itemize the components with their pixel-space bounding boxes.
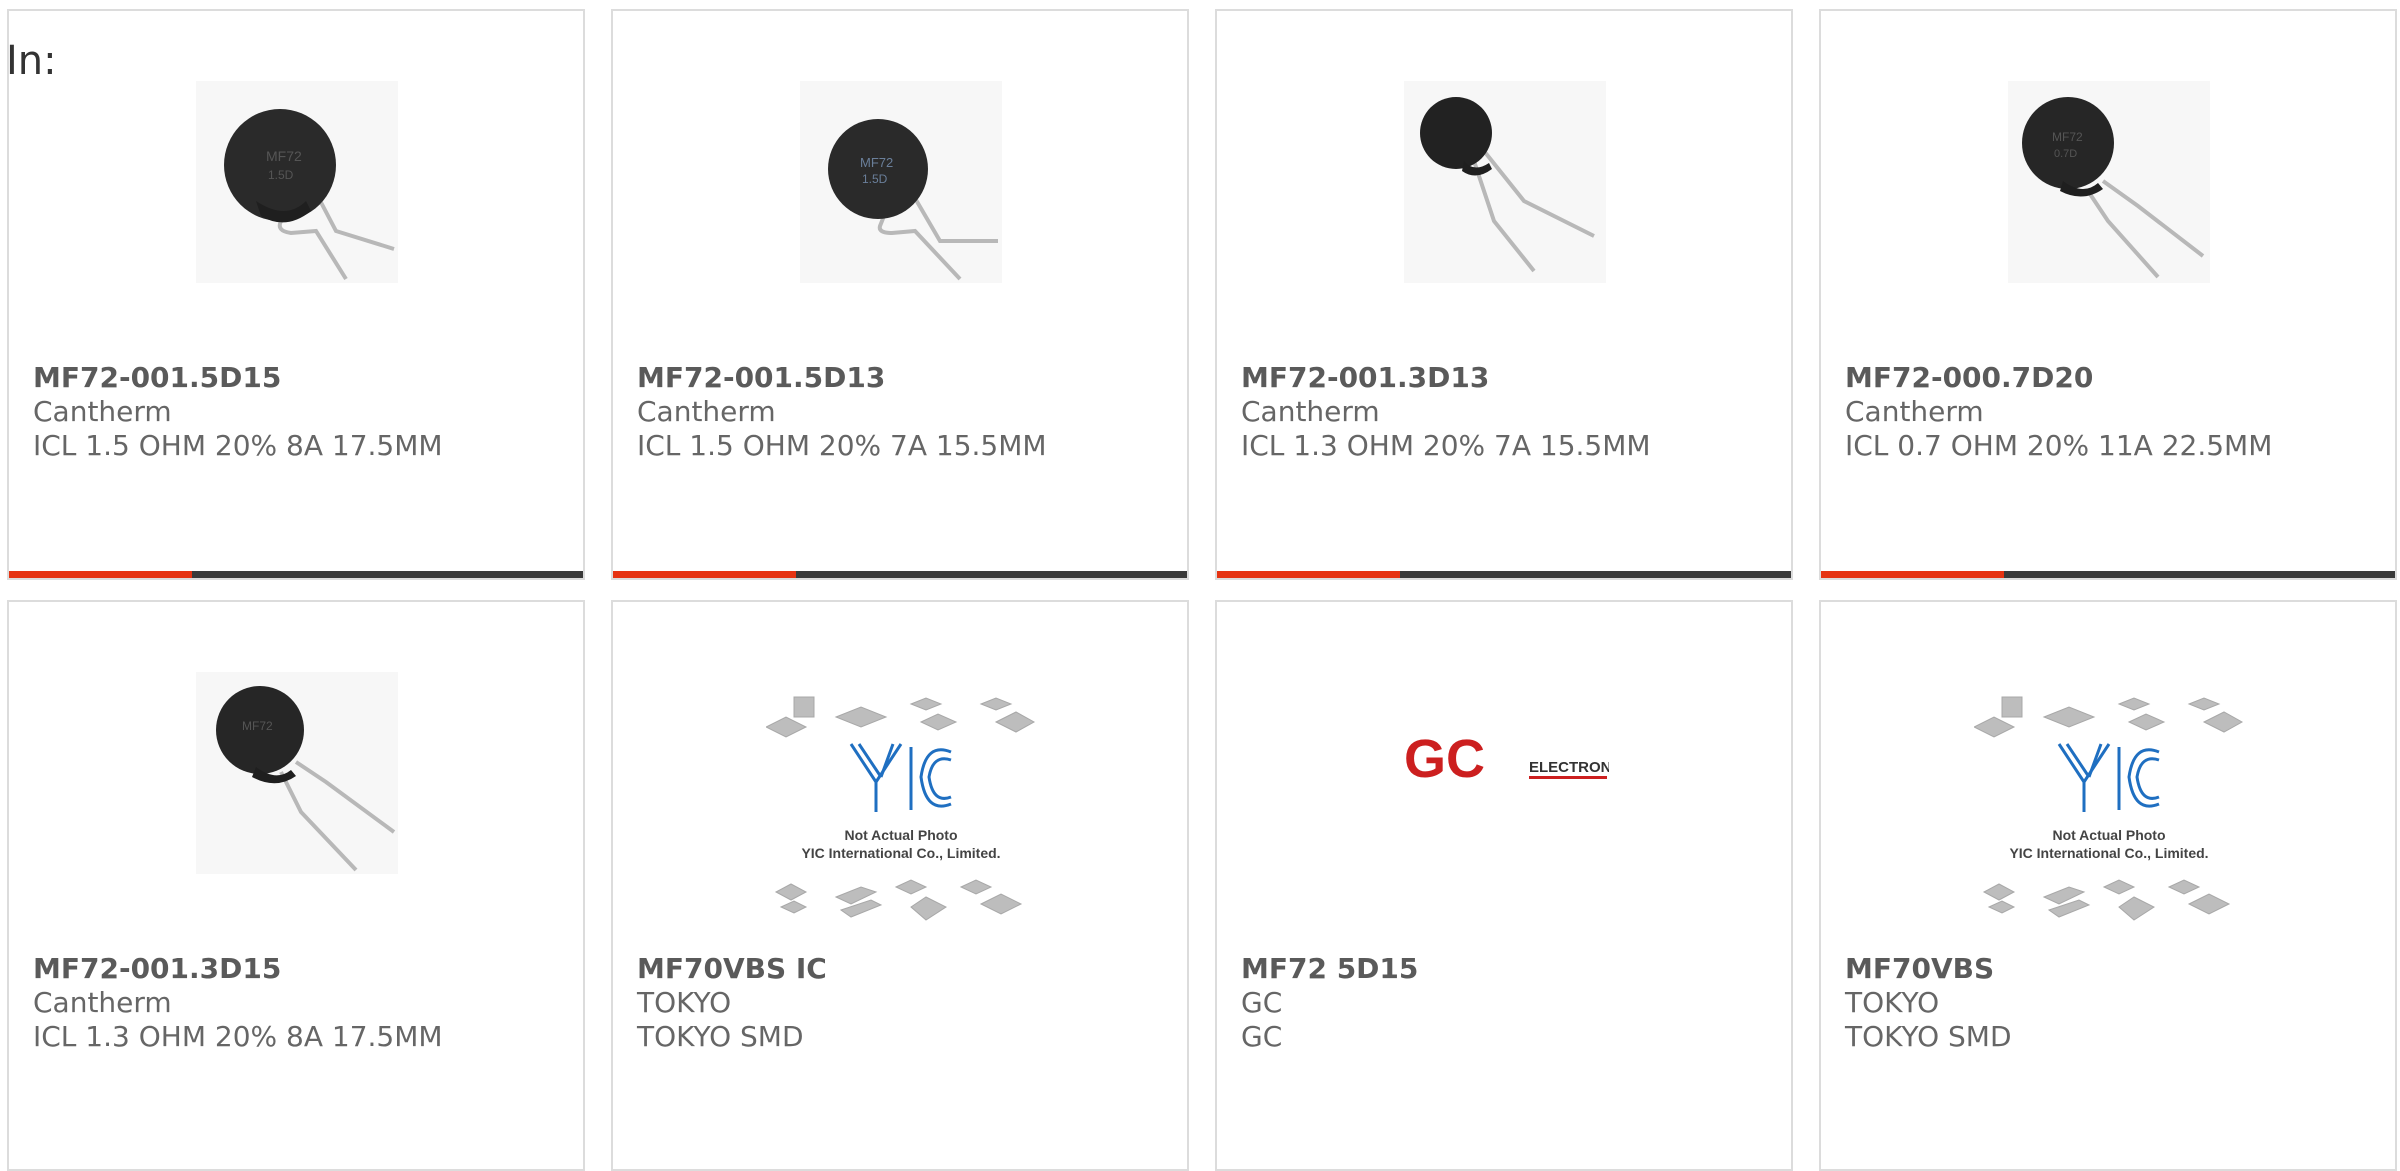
- gc-logo: GC ELECTRONICS: [1404, 729, 1637, 789]
- product-card[interactable]: GC ELECTRONICS MF72 5D15 GC GC: [1215, 600, 1793, 1171]
- thermistor-photo: [1404, 81, 1606, 283]
- description: GC: [1241, 1020, 1283, 1053]
- placeholder-line1: Not Actual Photo: [2052, 827, 2165, 843]
- manufacturer: Cantherm: [1845, 395, 1984, 428]
- product-image[interactable]: MF72 0.7D: [2008, 81, 2210, 283]
- svg-text:MF72: MF72: [242, 719, 273, 733]
- manufacturer: GC: [1241, 986, 1283, 1019]
- gc-logo-sub: ELECTRONICS: [1529, 759, 1609, 776]
- svg-text:0.7D: 0.7D: [2054, 148, 2077, 160]
- product-card[interactable]: MF72-001.3D13 Cantherm ICL 1.3 OHM 20% 7…: [1215, 9, 1793, 580]
- thermistor-photo: MF72: [196, 672, 398, 874]
- description: TOKYO SMD: [637, 1020, 804, 1053]
- svg-text:MF72: MF72: [266, 148, 302, 164]
- svg-text:MF72: MF72: [2052, 130, 2083, 144]
- card-bar: [1821, 571, 2395, 578]
- placeholder-line1: Not Actual Photo: [844, 827, 957, 843]
- yic-placeholder: Not Actual Photo YIC International Co., …: [764, 696, 1036, 921]
- part-number[interactable]: MF72-001.3D15: [33, 952, 563, 986]
- part-number[interactable]: MF72-001.3D13: [1241, 361, 1771, 395]
- description: ICL 1.3 OHM 20% 8A 17.5MM: [33, 1020, 443, 1053]
- card-bar: [9, 571, 583, 578]
- yic-placeholder: Not Actual Photo YIC International Co., …: [1972, 696, 2244, 921]
- manufacturer: TOKYO: [637, 986, 732, 1019]
- product-image[interactable]: MF72 1.5D: [800, 81, 1002, 283]
- part-number[interactable]: MF72-000.7D20: [1845, 361, 2375, 395]
- card-bar: [613, 571, 1187, 578]
- product-card[interactable]: MF72 0.7D MF72-000.7D20 Cantherm ICL 0.7…: [1819, 9, 2397, 580]
- product-image[interactable]: Not Actual Photo YIC International Co., …: [1972, 692, 2244, 932]
- manufacturer: Cantherm: [33, 395, 172, 428]
- product-image[interactable]: MF72 1.5D: [196, 81, 398, 283]
- placeholder-line2: YIC International Co., Limited.: [2009, 845, 2208, 861]
- svg-text:1.5D: 1.5D: [268, 168, 294, 182]
- filter-label: In:: [6, 38, 57, 84]
- description: ICL 1.5 OHM 20% 8A 17.5MM: [33, 429, 443, 462]
- product-card[interactable]: MF72 MF72-001.3D15 Cantherm ICL 1.3 OHM …: [7, 600, 585, 1171]
- thermistor-photo: MF72 1.5D: [196, 81, 398, 283]
- product-card[interactable]: Not Actual Photo YIC International Co., …: [1819, 600, 2397, 1171]
- part-number[interactable]: MF72-001.5D15: [33, 361, 563, 395]
- product-card[interactable]: Not Actual Photo YIC International Co., …: [611, 600, 1189, 1171]
- product-image[interactable]: [1404, 81, 1606, 283]
- description: ICL 1.3 OHM 20% 7A 15.5MM: [1241, 429, 1651, 462]
- product-image[interactable]: Not Actual Photo YIC International Co., …: [764, 692, 1036, 932]
- product-card[interactable]: MF72 1.5D MF72-001.5D13 Cantherm ICL 1.5…: [611, 9, 1189, 580]
- product-image[interactable]: GC ELECTRONICS: [1404, 729, 1637, 792]
- gc-logo-main: GC: [1404, 732, 1485, 789]
- part-number[interactable]: MF72 5D15: [1241, 952, 1771, 986]
- thermistor-photo: MF72 0.7D: [2008, 81, 2210, 283]
- svg-text:1.5D: 1.5D: [862, 172, 888, 186]
- placeholder-line2: YIC International Co., Limited.: [801, 845, 1000, 861]
- description: ICL 1.5 OHM 20% 7A 15.5MM: [637, 429, 1047, 462]
- part-number[interactable]: MF72-001.5D13: [637, 361, 1167, 395]
- description: TOKYO SMD: [1845, 1020, 2012, 1053]
- part-number[interactable]: MF70VBS: [1845, 952, 2375, 986]
- manufacturer: Cantherm: [1241, 395, 1380, 428]
- card-bar: [1217, 571, 1791, 578]
- svg-text:MF72: MF72: [860, 155, 893, 170]
- manufacturer: Cantherm: [33, 986, 172, 1019]
- part-number[interactable]: MF70VBS IC: [637, 952, 1167, 986]
- manufacturer: TOKYO: [1845, 986, 1940, 1019]
- manufacturer: Cantherm: [637, 395, 776, 428]
- product-card[interactable]: MF72 1.5D MF72-001.5D15 Cantherm ICL 1.5…: [7, 9, 585, 580]
- description: ICL 0.7 OHM 20% 11A 22.5MM: [1845, 429, 2273, 462]
- product-image[interactable]: MF72: [196, 672, 398, 874]
- thermistor-photo: MF72 1.5D: [800, 81, 1002, 283]
